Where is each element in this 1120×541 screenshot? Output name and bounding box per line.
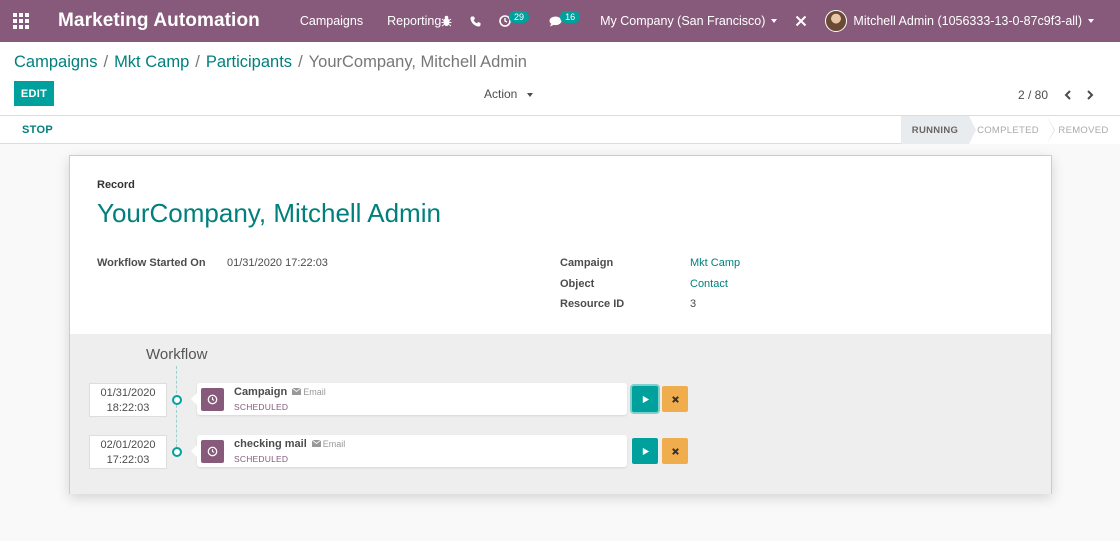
activity-type: Email	[291, 387, 326, 397]
close-tools-icon[interactable]	[795, 15, 807, 27]
execute-button[interactable]	[632, 386, 658, 412]
workflow-item-date: 01/31/2020 18:22:03	[89, 383, 167, 417]
time-text: 17:22:03	[106, 454, 150, 466]
breadcrumb: Campaigns / Mkt Camp / Participants / YourComp…	[14, 53, 527, 71]
action-dropdown[interactable]: Action	[484, 87, 533, 101]
activity-state: SCHEDULED	[234, 402, 289, 412]
debug-bug-icon[interactable]	[441, 15, 452, 27]
action-label: Action	[484, 87, 518, 101]
workflow-title: Workflow	[146, 346, 208, 363]
timeline-dot	[172, 395, 182, 405]
resource-id-value: 3	[690, 298, 697, 310]
avatar	[825, 10, 848, 32]
pager: 2 / 80	[1018, 86, 1100, 104]
pager-next-icon[interactable]	[1080, 86, 1100, 104]
activity-name: Campaign	[234, 386, 288, 398]
workflow-activity-card: checking mail Email SCHEDULED	[191, 435, 627, 467]
company-name: My Company (San Francisco)	[600, 14, 766, 28]
stage-removed[interactable]: REMOVED	[1047, 116, 1120, 144]
message-count-badge: 16	[560, 11, 581, 23]
breadcrumb-campaigns[interactable]: Campaigns	[14, 53, 97, 71]
resource-id-label: Resource ID	[560, 298, 625, 310]
cancel-button[interactable]	[662, 438, 688, 464]
activity-name-line: Campaign Email	[234, 386, 326, 398]
record-label: Record	[97, 179, 135, 191]
execute-button[interactable]	[632, 438, 658, 464]
form-sheet: Record YourCompany, Mitchell Admin Workf…	[69, 155, 1052, 494]
pager-previous-icon[interactable]	[1058, 86, 1078, 104]
record-title[interactable]: YourCompany, Mitchell Admin	[97, 198, 441, 229]
play-icon	[642, 447, 649, 455]
systray: 29 16 My Company (San Francisco) Mitchel…	[441, 0, 1120, 42]
object-label: Object	[560, 278, 595, 290]
workflow-started-label: Workflow Started On	[97, 257, 206, 269]
breadcrumb-participants[interactable]: Participants	[206, 53, 292, 71]
activity-count-badge: 29	[509, 11, 530, 23]
object-link[interactable]: Contact	[690, 278, 728, 290]
workflow-activity-card: Campaign Email SCHEDULED	[191, 383, 627, 415]
apps-menu-icon[interactable]	[0, 0, 42, 42]
menu-reporting[interactable]: Reporting	[387, 14, 441, 28]
chevron-down-icon	[771, 19, 778, 23]
date-text: 02/01/2020	[100, 439, 156, 451]
time-text: 18:22:03	[106, 402, 150, 414]
workflow-item: 01/31/2020 18:22:03 Campaign Email SCHEDU…	[70, 383, 1051, 417]
workflow-started-value: 01/31/2020 17:22:03	[227, 257, 328, 269]
workflow-item: 02/01/2020 17:22:03 checking mail Email S…	[70, 435, 1051, 469]
control-panel: Campaigns / Mkt Camp / Participants / YourComp…	[0, 42, 1120, 116]
edit-button[interactable]: EDIT	[14, 81, 54, 106]
activity-name-line: checking mail Email	[234, 438, 345, 450]
stage-running[interactable]: RUNNING	[901, 116, 976, 144]
company-switcher[interactable]: My Company (San Francisco)	[600, 14, 778, 28]
play-icon	[642, 395, 649, 403]
app-brand[interactable]: Marketing Automation	[58, 10, 260, 32]
menu-campaigns[interactable]: Campaigns	[300, 14, 363, 28]
user-menu[interactable]: Mitchell Admin (1056333-13-0-87c9f3-all)	[825, 10, 1094, 32]
activity-name: checking mail	[234, 438, 307, 450]
stage-pipeline: RUNNING COMPLETED REMOVED	[901, 116, 1120, 144]
stage-label: RUNNING	[911, 124, 959, 136]
close-icon	[671, 447, 679, 455]
campaign-link[interactable]: Mkt Camp	[690, 257, 740, 269]
workflow-section: Workflow 01/31/2020 18:22:03 Campaign Ema…	[70, 334, 1051, 494]
clock-icon	[201, 440, 224, 463]
close-icon	[671, 395, 679, 403]
stage-label: COMPLETED	[977, 124, 1039, 136]
chevron-down-icon	[526, 92, 533, 97]
pager-value[interactable]: 2 / 80	[1018, 88, 1048, 102]
activity-clock-icon[interactable]: 29	[499, 11, 531, 27]
date-text: 01/31/2020	[100, 387, 156, 399]
timeline-dot	[172, 447, 182, 457]
envelope-icon	[291, 387, 302, 395]
user-name: Mitchell Admin (1056333-13-0-87c9f3-all)	[853, 14, 1082, 28]
activity-state: SCHEDULED	[234, 454, 289, 464]
statusbar: STOP RUNNING COMPLETED REMOVED	[0, 116, 1120, 144]
clock-icon	[201, 388, 224, 411]
workflow-item-date: 02/01/2020 17:22:03	[89, 435, 167, 469]
stop-button[interactable]: STOP	[22, 124, 53, 136]
cancel-button[interactable]	[662, 386, 688, 412]
breadcrumb-current: YourCompany, Mitchell Admin	[308, 53, 527, 71]
chevron-down-icon	[1088, 19, 1094, 23]
phone-icon[interactable]	[470, 16, 481, 27]
messages-icon[interactable]: 16	[549, 11, 582, 27]
stage-completed[interactable]: COMPLETED	[969, 116, 1055, 144]
envelope-icon	[311, 439, 322, 447]
top-navbar: Marketing Automation Campaigns Reporting…	[0, 0, 1120, 42]
campaign-label: Campaign	[560, 257, 614, 269]
activity-type: Email	[311, 439, 345, 449]
stage-label: REMOVED	[1058, 124, 1109, 136]
breadcrumb-mkt-camp[interactable]: Mkt Camp	[114, 53, 189, 71]
